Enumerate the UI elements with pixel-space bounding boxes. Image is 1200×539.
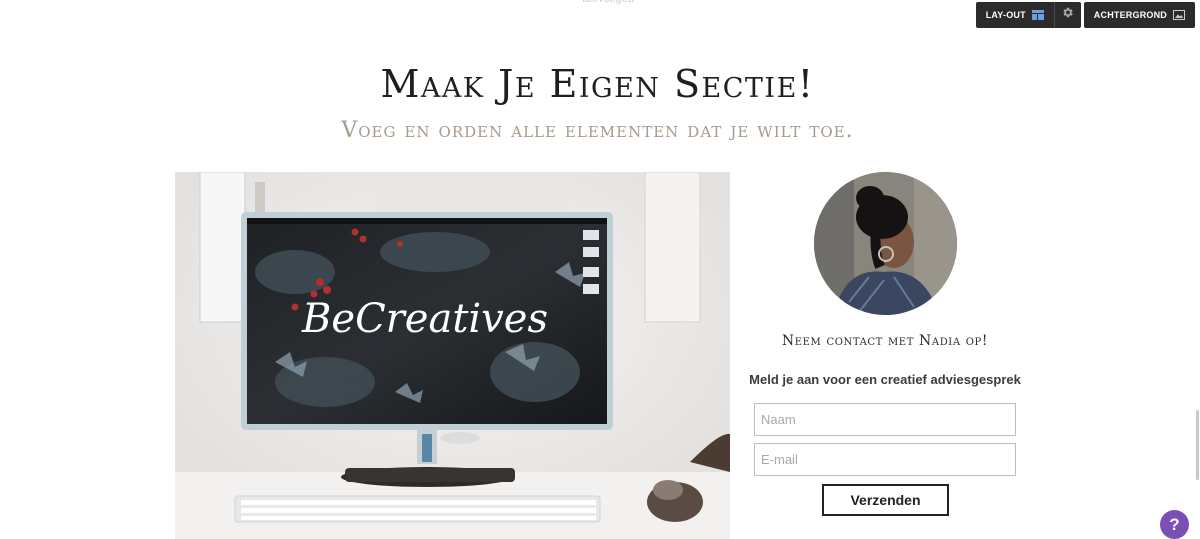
image-icon: [1173, 10, 1185, 20]
add-section-hint[interactable]: toevoegen: [582, 0, 634, 5]
submit-button[interactable]: Verzenden: [822, 484, 949, 516]
email-field[interactable]: [754, 443, 1016, 476]
section-title: Maak Je Eigen Sectie!: [380, 62, 815, 106]
settings-button[interactable]: [1055, 2, 1081, 28]
layout-icon: [1031, 10, 1044, 20]
background-group: ACHTERGROND: [1083, 2, 1195, 28]
section-toolbar: LAY-OUT ACHTERGROND: [975, 2, 1195, 28]
avatar: [814, 172, 957, 315]
section-subtitle: Voeg en orden alle elementen dat je wilt…: [341, 118, 854, 143]
hero-screen-text: BeCreatives: [301, 296, 548, 342]
background-button-label: ACHTERGROND: [1093, 10, 1167, 20]
contact-name: Neem contact met Nadia op!: [781, 333, 989, 349]
gear-icon: [1061, 6, 1074, 24]
help-icon: ?: [1169, 514, 1180, 534]
layout-button-label: LAY-OUT: [985, 10, 1026, 20]
contact-prompt: Meld je aan voor een creatief adviesgesp…: [749, 372, 1021, 387]
name-field[interactable]: [754, 403, 1016, 436]
hero-image: BeCreatives: [175, 172, 730, 539]
layout-button[interactable]: LAY-OUT: [976, 2, 1054, 28]
background-button[interactable]: ACHTERGROND: [1084, 2, 1195, 28]
help-button[interactable]: ?: [1160, 510, 1189, 539]
scrollbar-thumb[interactable]: [1196, 410, 1199, 480]
layout-group: LAY-OUT: [975, 2, 1081, 28]
